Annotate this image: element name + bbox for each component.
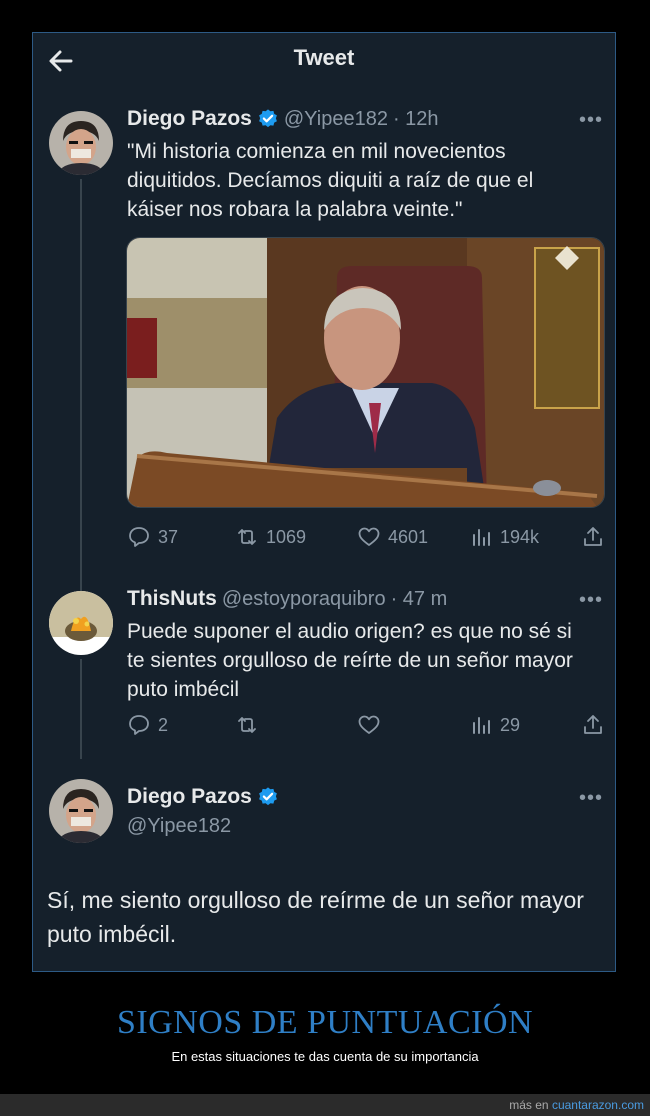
reply-count: 37 [158,526,179,547]
thread-line [80,179,82,595]
tweet-text: "Mi historia comienza en mil novecientos… [127,140,534,221]
views-count: 194k [500,526,540,547]
tweet-actions: 2 29 [127,713,607,737]
reply-button[interactable]: 2 [127,713,235,737]
tweet-header: Diego Pazos @Yipee182 · 12h [127,107,439,131]
tweet-actions: 37 1069 4601 194k [127,525,607,549]
tweet-time[interactable]: · 47 m [391,588,448,611]
like-button[interactable] [357,713,469,737]
footer-credit: más en cuantarazon.com [509,1098,644,1112]
avatar[interactable] [49,591,113,655]
tweet-header: Diego Pazos [127,785,279,809]
retweet-count: 1069 [266,526,307,547]
verified-badge-icon [258,109,277,128]
share-button[interactable] [581,713,605,737]
retweet-button[interactable]: 1069 [235,525,357,549]
author-handle[interactable]: @Yipee182 [284,108,388,131]
share-icon [584,715,602,734]
like-count: 4601 [388,526,429,547]
page-title: Tweet [293,45,355,70]
like-button[interactable]: 4601 [357,525,469,549]
tweet-video[interactable] [126,237,605,508]
heart-icon [358,527,380,546]
share-button[interactable] [581,525,605,549]
tweet-screenshot-frame: Tweet Diego Pazos @Yipee182 · 12h ••• "M… [32,32,616,972]
reply-count: 2 [158,714,169,735]
heart-icon [358,715,380,734]
thread-line [80,659,82,759]
footer-bar: más en cuantarazon.com [0,1094,650,1116]
footer-site-link[interactable]: cuantarazon.com [552,1098,644,1112]
tweet-text: Sí, me siento orgulloso de reírme de un … [47,887,584,947]
caption-subline: En estas situaciones te das cuenta de su… [171,1049,479,1064]
author-name[interactable]: Diego Pazos [127,785,252,809]
top-bar: Tweet [33,33,615,85]
reply-icon [129,527,149,547]
avatar[interactable] [49,779,113,843]
tweet-header: ThisNuts @estoyporaquibro · 47 m [127,587,447,611]
reply-icon [129,715,149,735]
verified-badge-icon [258,787,277,806]
author-handle[interactable]: @Yipee182 [127,815,231,838]
more-options-icon[interactable]: ••• [579,787,603,810]
author-handle[interactable]: @estoyporaquibro [222,588,386,611]
author-name[interactable]: Diego Pazos [127,107,252,131]
retweet-icon [238,717,256,733]
author-name[interactable]: ThisNuts [127,587,217,611]
tweet-text: Puede suponer el audio origen? es que no… [127,620,573,701]
views-button[interactable]: 29 [469,713,581,737]
views-button[interactable]: 194k [469,525,581,549]
caption-headline: SIGNOS DE PUNTUACIÓN [116,1004,534,1041]
views-chart-icon [473,717,490,734]
reply-button[interactable]: 37 [127,525,235,549]
footer-prefix: más en [509,1098,552,1112]
video-thumbnail [127,238,604,507]
avatar[interactable] [49,111,113,175]
retweet-button[interactable] [235,713,357,737]
retweet-icon [238,529,256,545]
views-count: 29 [500,714,521,735]
share-icon [584,527,602,546]
more-options-icon[interactable]: ••• [579,589,603,612]
tweet-time[interactable]: · 12h [393,108,439,131]
views-chart-icon [473,529,490,546]
more-options-icon[interactable]: ••• [579,109,603,132]
